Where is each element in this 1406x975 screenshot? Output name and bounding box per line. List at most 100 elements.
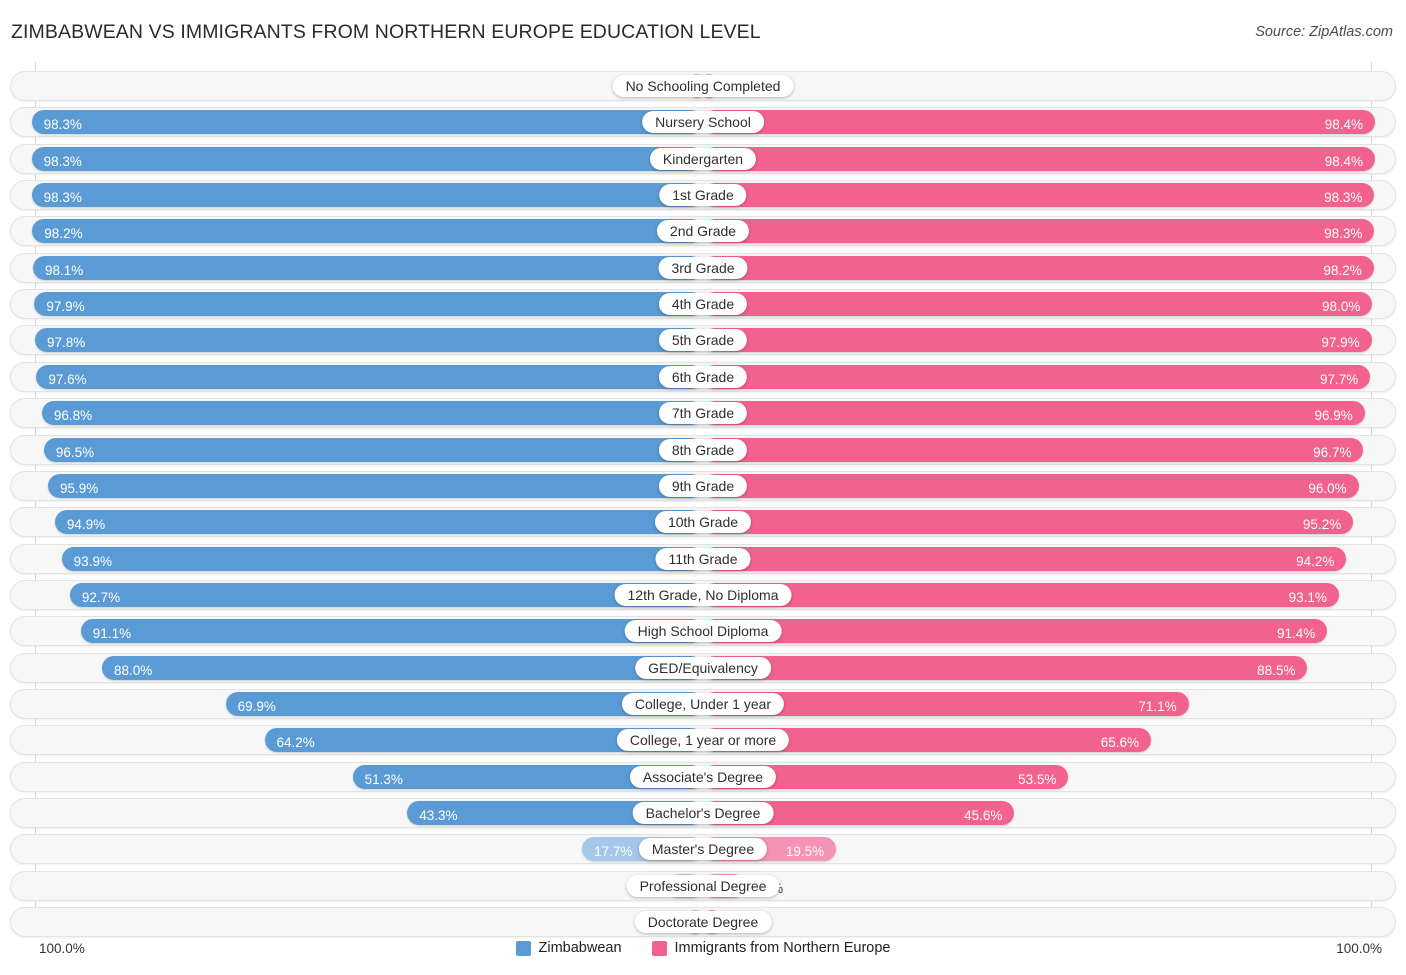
chart-row: 51.3% 53.5% Associate's Degree [10,761,1396,792]
bar-zimbabwean: 98.3% [31,146,703,171]
bar-value-immigrants-northern-europe: 96.9% [1314,408,1353,424]
legend-swatch-icon [651,940,667,956]
chart-row: 64.2% 65.6% College, 1 year or more [10,725,1396,756]
category-label: Doctorate Degree [634,911,772,934]
bar-value-zimbabwean: 98.1% [44,262,84,278]
bar-immigrants-northern-europe: 96.7% [703,437,1364,462]
bar-value-immigrants-northern-europe: 98.4% [1324,153,1364,169]
bar-value-immigrants-northern-europe: 88.5% [1257,662,1296,678]
bar-value-zimbabwean: 97.8% [47,335,86,351]
bar-value-zimbabwean: 93.9% [73,553,112,569]
page-title: ZIMBABWEAN VS IMMIGRANTS FROM NORTHERN E… [11,21,761,43]
chart-row: 69.9% 71.1% College, Under 1 year [10,688,1396,719]
legend-item[interactable]: Immigrants from Northern Europe [651,940,891,956]
category-label: College, Under 1 year [621,692,785,715]
bar-immigrants-northern-europe: 97.7% [703,364,1371,389]
bar-zimbabwean: 97.6% [36,364,703,389]
bar-value-zimbabwean: 91.1% [92,626,132,642]
bar-value-zimbabwean: 98.2% [44,226,83,242]
chart-row: 96.5% 96.7% 8th Grade [10,434,1396,465]
bar-value-zimbabwean: 97.6% [48,371,87,387]
chart-row: 98.3% 98.3% 1st Grade [10,180,1396,211]
category-label: Master's Degree [638,838,768,861]
category-label: GED/Equivalency [635,656,771,679]
chart-row: 2.3%2.6%Doctorate Degree [10,907,1396,938]
category-label: High School Diploma [624,620,782,643]
bar-immigrants-northern-europe: 97.9% [703,328,1372,353]
chart-row: 98.1% 98.2% 3rd Grade [10,252,1396,283]
bar-value-zimbabwean: 92.7% [81,589,121,605]
bar-immigrants-northern-europe: 95.2% [703,510,1354,535]
bar-value-zimbabwean: 98.3% [43,190,82,206]
bar-value-zimbabwean: 97.9% [46,299,85,315]
chart-row: 94.9% 95.2% 10th Grade [10,507,1396,538]
category-label: No Schooling Completed [612,75,794,97]
bar-value-zimbabwean: 43.3% [419,808,458,823]
chart-plot-area: 1.7%1.7%No Schooling Completed 98.3% 98.4%… [0,62,1406,938]
category-label: 3rd Grade [658,256,748,279]
bar-value-zimbabwean: 88.0% [113,662,153,678]
chart-row: 98.3% 98.4% Nursery School [10,107,1396,138]
category-label: 7th Grade [658,402,748,425]
bar-immigrants-northern-europe: 91.4% [703,619,1328,644]
bar-value-immigrants-northern-europe: 45.6% [964,808,1003,823]
bar-value-immigrants-northern-europe: 91.4% [1276,626,1316,642]
bar-value-immigrants-northern-europe: 71.1% [1138,698,1177,714]
chart-row: 97.6% 97.7% 6th Grade [10,361,1396,392]
bar-zimbabwean: 88.0% [101,655,703,680]
bar-value-immigrants-northern-europe: 94.2% [1296,553,1335,569]
chart-legend: Zimbabwean Immigrants from Northern Europ… [0,940,1406,956]
bar-value-immigrants-northern-europe: 98.3% [1324,226,1363,242]
bar-zimbabwean: 95.9% [48,473,703,498]
legend-label: Immigrants from Northern Europe [674,940,891,956]
chart-row: 43.3% 45.6% Bachelor's Degree [10,798,1396,828]
chart-row: 17.7% 19.5% Master's Degree [10,834,1396,865]
chart-row: 97.8% 97.9% 5th Grade [10,325,1396,356]
bar-immigrants-northern-europe: 98.3% [703,219,1375,244]
chart-row: 98.3% 98.4% Kindergarten [10,143,1396,174]
chart-page: ZIMBABWEAN VS IMMIGRANTS FROM NORTHERN E… [0,0,1406,975]
bar-value-immigrants-northern-europe: 98.0% [1322,299,1361,315]
category-label: Kindergarten [649,147,757,170]
bar-value-immigrants-northern-europe: 97.7% [1320,371,1359,387]
bar-zimbabwean: 94.9% [54,510,703,535]
category-label: 1st Grade [659,184,747,207]
category-label: Professional Degree [626,874,780,897]
chart-row: 91.1% 91.4% High School Diploma [10,616,1396,647]
bar-value-zimbabwean: 96.5% [55,444,95,460]
bar-value-zimbabwean: 98.3% [43,117,82,133]
bar-value-immigrants-northern-europe: 19.5% [785,844,825,860]
bar-immigrants-northern-europe: 94.2% [703,546,1347,571]
bar-immigrants-northern-europe: 96.9% [703,401,1365,426]
bar-value-zimbabwean: 95.9% [60,480,99,496]
bar-zimbabwean: 93.9% [61,546,703,571]
category-label: 6th Grade [658,365,748,388]
bar-value-zimbabwean: 17.7% [594,844,633,860]
bar-value-zimbabwean: 64.2% [276,735,315,751]
bar-value-immigrants-northern-europe: 65.6% [1100,735,1140,751]
bar-value-zimbabwean: 98.3% [43,153,82,169]
category-label: Nursery School [642,111,764,134]
bar-zimbabwean: 96.5% [43,437,703,462]
category-label: Associate's Degree [629,765,777,788]
chart-row: 93.9% 94.2% 11th Grade [10,543,1396,574]
bar-value-immigrants-northern-europe: 98.4% [1324,117,1364,133]
category-label: 8th Grade [658,438,748,461]
bar-immigrants-northern-europe: 93.1% [703,582,1339,607]
bar-immigrants-northern-europe: 96.0% [703,473,1359,498]
bar-value-immigrants-northern-europe: 53.5% [1018,771,1057,787]
category-label: Bachelor's Degree [632,802,774,824]
bar-immigrants-northern-europe: 98.2% [703,255,1374,280]
chart-row: 88.0% 88.5% GED/Equivalency [10,652,1396,683]
category-label: 11th Grade [655,547,751,570]
chart-row: 96.8% 96.9% 7th Grade [10,398,1396,429]
category-label: 10th Grade [654,511,752,534]
legend-label: Zimbabwean [538,940,622,956]
legend-swatch-icon [515,940,531,956]
category-label: 2nd Grade [656,220,750,243]
bar-zimbabwean: 98.3% [31,110,703,135]
bar-value-immigrants-northern-europe: 96.7% [1313,444,1352,460]
bar-value-immigrants-northern-europe: 96.0% [1308,480,1347,496]
bar-value-immigrants-northern-europe: 97.9% [1321,335,1360,351]
legend-item[interactable]: Zimbabwean [515,940,622,956]
